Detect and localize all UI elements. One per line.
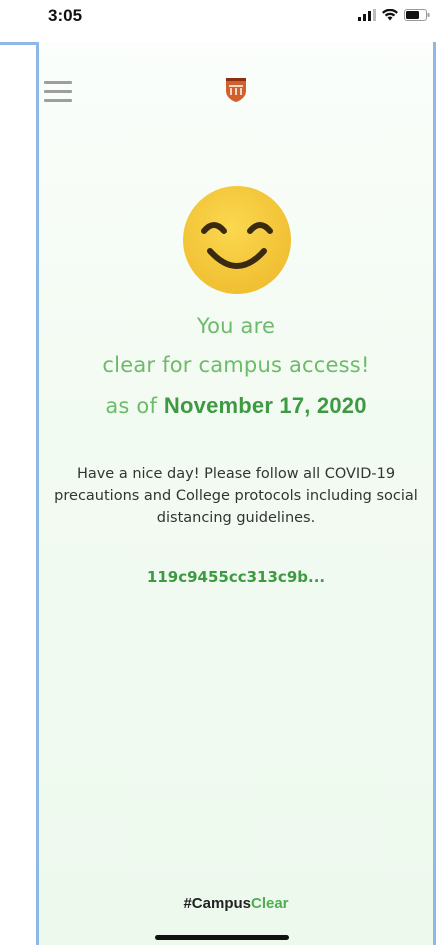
status-message: Have a nice day! Please follow all COVID… <box>54 466 418 526</box>
hashtag-part2: Clear <box>251 895 289 912</box>
college-crest-logo <box>226 78 246 102</box>
hamburger-menu-icon[interactable] <box>44 81 72 103</box>
app-frame: You are clear for campus access! as of N… <box>36 42 436 945</box>
status-headline-line1: You are <box>196 314 276 338</box>
frame-corner-decoration <box>0 42 39 45</box>
smiling-face-icon <box>183 186 291 294</box>
status-time: 3:05 <box>48 6 83 25</box>
status-headline-date-line: as of November 17, 2020 <box>39 393 433 419</box>
home-indicator[interactable] <box>155 935 289 940</box>
phone-screen: 3:05 You are clear for campus access! as… <box>0 0 444 945</box>
status-headline-line2: clear for campus access! <box>102 353 370 377</box>
status-date: November 17, 2020 <box>163 393 367 418</box>
top-bar <box>39 42 433 137</box>
verification-token: 119c9455cc313c9b... <box>146 568 326 586</box>
status-bar: 3:05 <box>0 0 444 34</box>
campus-clear-hashtag: #CampusClear <box>39 895 433 912</box>
hashtag-part1: #Campus <box>183 895 251 912</box>
status-icons <box>358 9 430 21</box>
date-prefix: as of <box>105 394 164 418</box>
wifi-icon <box>382 9 398 21</box>
signal-icon <box>358 9 376 21</box>
battery-icon <box>404 9 430 21</box>
